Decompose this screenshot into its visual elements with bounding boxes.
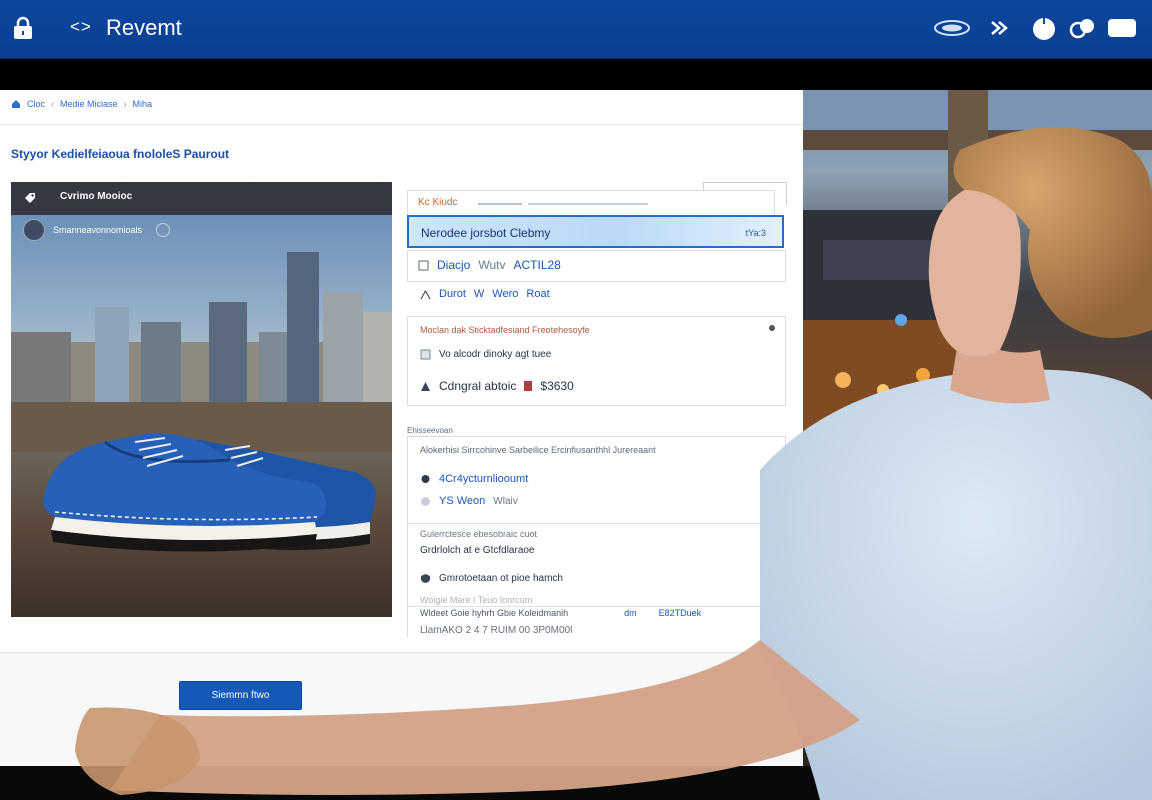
chevron-icon[interactable] <box>989 16 1011 40</box>
divider <box>478 203 522 205</box>
footnote-mid: dm <box>624 608 637 618</box>
footnote-text: Wldeet Goie hyhrh Gbie Koleidmanih <box>420 608 569 618</box>
shipping-label: Ehisseevoan <box>407 426 453 435</box>
product-image-card[interactable]: Cvrimo Mooioc Smanneavonnomioals <box>11 182 392 617</box>
footnote: Woigie Mare I Teuo Ionrcum <box>420 595 533 605</box>
meta-text[interactable]: Wero <box>492 288 518 300</box>
background-photo <box>803 90 1152 766</box>
breadcrumb-separator: › <box>123 99 127 109</box>
card-title: Cvrimo Mooioc <box>60 191 133 202</box>
divider <box>528 203 648 205</box>
meta-text[interactable]: Durot <box>439 288 466 300</box>
nav-arrows[interactable]: <> <box>70 17 92 37</box>
info-icon <box>421 496 430 506</box>
divider <box>408 523 785 524</box>
shipping-header: Alokerhisi Sirrcohinve Sarbeilice Ercinf… <box>420 445 656 455</box>
meta-text[interactable]: Roat <box>526 288 549 300</box>
home-icon[interactable] <box>11 99 21 109</box>
breadcrumb-item[interactable]: Medie Miciase <box>60 99 118 109</box>
tag-icon <box>25 193 35 203</box>
shipping-line: Grdrlolch at e Gtcfdlaraoe <box>420 545 535 556</box>
details-panel: Moclan dak Sticktadfesiand Freotehesoyfe… <box>407 316 786 406</box>
shield-icon <box>421 574 430 583</box>
more-icon[interactable] <box>769 325 775 331</box>
submit-button[interactable]: Siemmn ftwo <box>179 681 302 710</box>
app-title: Revemt <box>106 15 182 40</box>
shield-icon[interactable] <box>1069 16 1095 40</box>
cloud-badge-icon[interactable] <box>933 16 971 40</box>
shipping-line-sub: Wlaiv <box>493 495 518 507</box>
more-icon[interactable] <box>769 531 775 537</box>
shipping-line: Gmrotoetaan ot pioe hamch <box>420 573 563 584</box>
meta-text[interactable]: W <box>474 288 484 300</box>
warning-icon <box>421 381 430 391</box>
product-page: Cloc ‹ Medie Miciase › Miha Styyor Kedie… <box>0 90 803 767</box>
breadcrumb: Cloc ‹ Medie Miciase › Miha <box>11 99 152 109</box>
option-price: ACTIL28 <box>513 258 561 272</box>
card-subtitle-row: Smanneavonnomioals <box>23 219 171 241</box>
more-icon[interactable] <box>769 547 775 553</box>
shipping-line-text: Grdrlolch at e Gtcfdlaraoe <box>420 545 535 556</box>
user-icon <box>420 289 431 299</box>
document-icon <box>418 260 429 270</box>
footnote-row: Wldeet Goie hyhrh Gbie Koleidmanih dm E8… <box>420 608 701 618</box>
selected-option[interactable]: Nerodee jorsbot Clebmy tYa:3 <box>407 215 784 248</box>
details-line-text: Vo alcodr dinoky agt tuee <box>439 349 552 360</box>
details-price-row: Cdngral abtoic $3630 <box>420 379 574 393</box>
shipping-line: YS Weon Wlaiv <box>420 495 518 507</box>
breadcrumb-separator: ‹ <box>51 99 55 109</box>
option-label: Diacjo <box>437 258 471 272</box>
shipping-line-text[interactable]: YS Weon <box>439 495 485 507</box>
checkbox-icon[interactable] <box>420 349 431 360</box>
details-header: Moclan dak Sticktadfesiand Freotehesoyfe <box>420 325 590 335</box>
footnote-value[interactable]: E82TDuek <box>659 608 702 618</box>
lock-icon[interactable] <box>12 16 34 40</box>
shipping-subheader: Gulerrctesce ebesobraic cuot <box>420 529 538 539</box>
option-header[interactable]: Kc Kiudc <box>407 190 775 216</box>
top-app-bar: <> Revemt <box>0 0 1152 59</box>
divider <box>407 606 784 607</box>
location-icon <box>421 474 430 483</box>
chat-icon[interactable] <box>1107 16 1137 40</box>
option-header-label: Kc Kiudc <box>418 197 458 208</box>
shipping-line-text: Gmrotoetaan ot pioe hamch <box>439 573 563 584</box>
footer-area <box>0 652 803 767</box>
price-flag-icon <box>524 381 533 391</box>
selected-option-value: tYa:3 <box>745 228 766 238</box>
selected-option-label: Nerodee jorsbot Clebmy <box>421 226 551 240</box>
circle-icon[interactable] <box>1031 16 1057 40</box>
avatar[interactable] <box>23 219 45 241</box>
divider <box>0 124 803 125</box>
details-line: Vo alcodr dinoky agt tuee <box>420 349 551 360</box>
page-title: Styyor Kedielfeiaoua fnololeS Paurout <box>11 147 230 161</box>
card-subtitle: Smanneavonnomioals <box>53 225 143 235</box>
card-header: Cvrimo Mooioc <box>11 182 392 215</box>
option-row[interactable]: Diacjo Wutv ACTIL28 <box>407 250 786 282</box>
details-price: $3630 <box>540 379 574 393</box>
option-row-content: Diacjo Wutv ACTIL28 <box>418 258 561 272</box>
breadcrumb-item[interactable]: Miha <box>133 99 153 109</box>
footnote: LlamAKO 2 4 7 RUIM 00 3P0M00l <box>420 625 573 636</box>
shoe-image <box>43 433 376 552</box>
window-divider <box>0 59 1152 90</box>
option-sub: Wutv <box>478 258 506 272</box>
details-price-label: Cdngral abtoic <box>439 379 517 393</box>
shipping-line-text[interactable]: 4Cr4ycturnliooumt <box>439 473 528 485</box>
shipping-line: 4Cr4ycturnliooumt <box>420 473 528 485</box>
option-meta-row: Durot W Wero Roat <box>420 288 550 300</box>
toggle-icon[interactable] <box>156 223 171 237</box>
bottom-bezel <box>0 766 1152 800</box>
breadcrumb-item[interactable]: Cloc <box>27 99 45 109</box>
